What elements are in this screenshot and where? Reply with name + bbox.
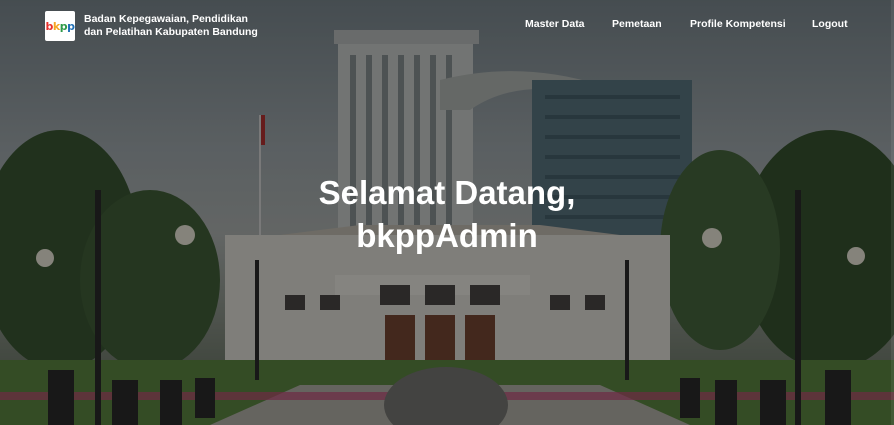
- hero-section: bkpp Badan Kepegawaian, Pendidikan dan P…: [0, 0, 894, 425]
- nav-pemetaan[interactable]: Pemetaan: [612, 18, 662, 30]
- welcome-line-1: Selamat Datang,: [318, 174, 576, 211]
- brand[interactable]: bkpp Badan Kepegawaian, Pendidikan dan P…: [45, 11, 258, 41]
- brand-line-2: dan Pelatihan Kabupaten Bandung: [84, 26, 258, 38]
- welcome-username: bkppAdmin: [356, 217, 538, 254]
- nav-master-data[interactable]: Master Data: [525, 18, 585, 30]
- nav-profile-kompetensi[interactable]: Profile Kompetensi: [690, 18, 786, 30]
- nav-logout[interactable]: Logout: [812, 18, 848, 30]
- welcome-heading: Selamat Datang, bkppAdmin: [0, 171, 894, 257]
- brand-name: Badan Kepegawaian, Pendidikan dan Pelati…: [84, 13, 258, 39]
- top-navbar: bkpp Badan Kepegawaian, Pendidikan dan P…: [0, 0, 894, 50]
- brand-line-1: Badan Kepegawaian, Pendidikan: [84, 13, 248, 25]
- bkpp-logo[interactable]: bkpp: [45, 11, 75, 41]
